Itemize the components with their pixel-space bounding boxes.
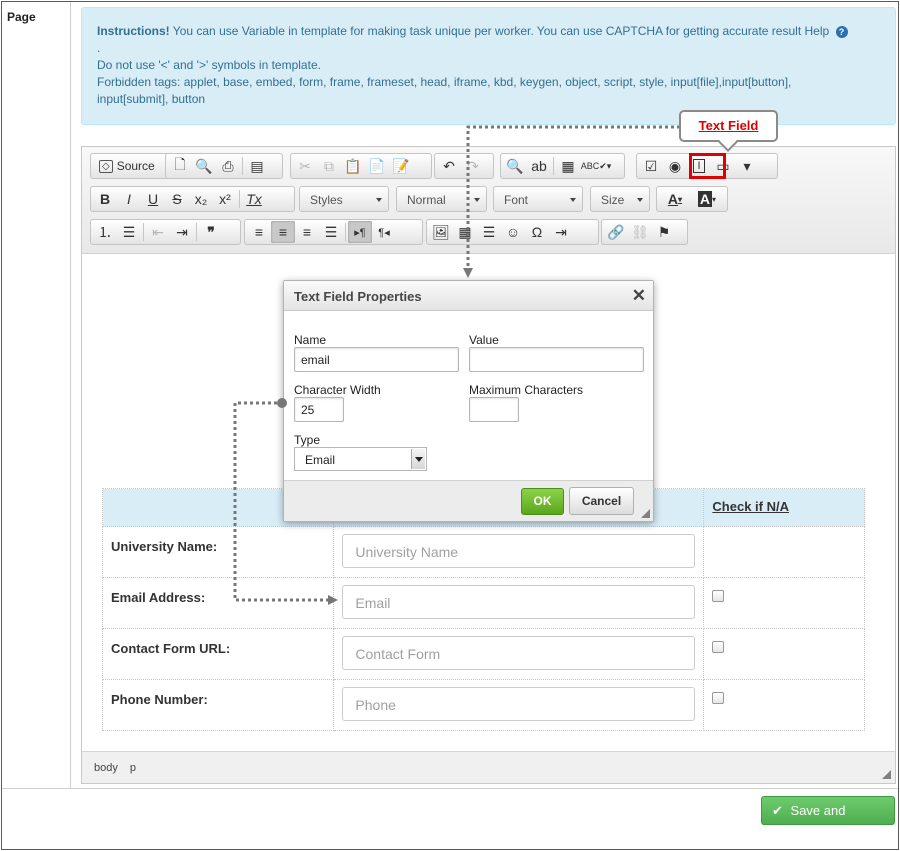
connector-line-callout	[466, 125, 680, 268]
text-field-callout: Text Field	[679, 110, 778, 142]
check-icon: ✔	[772, 803, 783, 818]
connector-line-email	[233, 401, 328, 602]
arrow-right-icon	[328, 595, 338, 605]
save-and-preview-button[interactable]: ✔ Save and Preview	[761, 796, 895, 845]
connector-dot	[277, 398, 287, 408]
arrow-down-icon	[463, 268, 473, 278]
